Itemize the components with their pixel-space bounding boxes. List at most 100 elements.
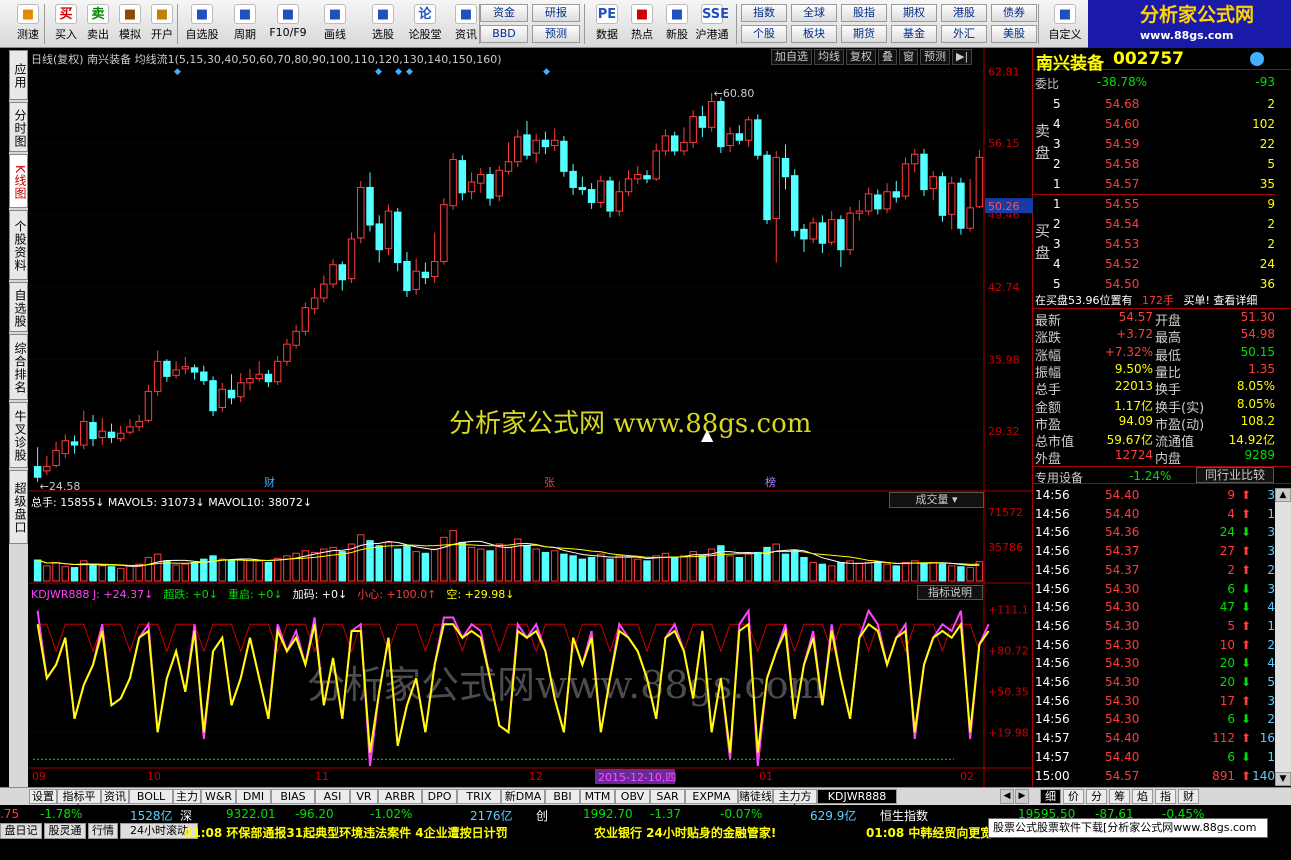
- toolbar-grid-button[interactable]: 港股: [941, 4, 987, 22]
- sell-order-row[interactable]: 1 54.57 35: [1033, 175, 1275, 194]
- quote-panel-tab[interactable]: 焰: [1132, 789, 1153, 804]
- toolbar-screen-button[interactable]: ■ 选股: [363, 2, 403, 46]
- large-bid-notice[interactable]: 在买盘53.96位置有 172手 买单! 查看详细: [1035, 292, 1257, 308]
- quote-panel-tab[interactable]: 细: [1040, 789, 1061, 804]
- compare-industry-button[interactable]: 同行业比较: [1196, 467, 1274, 483]
- indicator-tab[interactable]: OBV: [615, 789, 650, 804]
- indicator-tab[interactable]: BOLL: [129, 789, 173, 804]
- toolbar-grid-button[interactable]: 指数: [741, 4, 787, 22]
- buy-order-row[interactable]: 1 54.55 9: [1033, 195, 1275, 214]
- indicator-tab[interactable]: MTM: [580, 789, 615, 804]
- volume-indicator-select[interactable]: 成交量 ▾: [889, 492, 984, 508]
- left-tab[interactable]: 超级盘口: [9, 470, 28, 544]
- candlestick-chart[interactable]: 62.8156.1549.4642.7435.9829.3250.26◆ ◆ ◆ ◆ ◆…: [29, 48, 1033, 788]
- indicator-tab[interactable]: ASI: [315, 789, 350, 804]
- left-tab[interactable]: 个股资料: [9, 210, 28, 280]
- download-popup[interactable]: 股票公式股票软件下载[分析家公式网www.88gs.com: [988, 818, 1268, 838]
- news-tab[interactable]: 行情: [88, 823, 118, 839]
- left-tab[interactable]: 应用: [9, 50, 28, 100]
- toolbar-custom-button[interactable]: ■ 自定义: [1045, 2, 1085, 46]
- indicator-tab[interactable]: 新DMA: [501, 789, 545, 804]
- left-tab[interactable]: 牛叉诊股: [9, 402, 28, 468]
- toolbar-grid-button[interactable]: BBD: [480, 25, 528, 43]
- toolbar-buy-button[interactable]: 买买入: [50, 2, 82, 46]
- toolbar-hk-button[interactable]: SSE 沪港通: [692, 2, 732, 46]
- toolbar-grid-button[interactable]: 基金: [891, 25, 937, 43]
- indicator-tab[interactable]: BBI: [545, 789, 580, 804]
- indicator-tab[interactable]: SAR: [650, 789, 685, 804]
- toolbar-ipo-button[interactable]: ■ 新股: [657, 2, 697, 46]
- globe-icon[interactable]: [1250, 52, 1264, 66]
- indicator-tab[interactable]: 指标平台: [57, 789, 101, 816]
- indicator-tab[interactable]: DPO: [422, 789, 457, 804]
- indicator-tab[interactable]: DMI: [236, 789, 271, 804]
- left-tab[interactable]: 分时图: [9, 102, 28, 152]
- event-marker[interactable]: 财: [264, 475, 275, 489]
- indicator-tab[interactable]: 设置: [29, 789, 57, 804]
- news-headline[interactable]: 农业银行 24小时贴身的金融管家!: [594, 824, 776, 841]
- indicator-tab[interactable]: W&R: [201, 789, 236, 804]
- toolbar-grid-button[interactable]: 研报: [532, 4, 580, 22]
- tab-scroll-right-icon[interactable]: ▶: [1015, 789, 1029, 804]
- toolbar-grid-button[interactable]: 资金: [480, 4, 528, 22]
- indicator-help-button[interactable]: 指标说明: [917, 585, 983, 600]
- quote-panel-tab[interactable]: 分: [1086, 789, 1107, 804]
- toolbar-grid-button[interactable]: 债券: [991, 4, 1037, 22]
- toolbar-grid-button[interactable]: 板块: [791, 25, 837, 43]
- sell-order-row[interactable]: 5 54.68 2: [1033, 95, 1275, 114]
- toolbar-grid-button[interactable]: 预测: [532, 25, 580, 43]
- indicator-tab[interactable]: ARBR: [378, 789, 422, 804]
- quote-panel-tab[interactable]: 价: [1063, 789, 1084, 804]
- toolbar-clock-button[interactable]: ■ 测速: [12, 2, 44, 46]
- indicator-tab[interactable]: 主力方向: [773, 789, 817, 816]
- scroll-up-icon[interactable]: ▲: [1275, 488, 1291, 502]
- news-headline[interactable]: 01:08 环保部通报31起典型环境违法案件 4企业遭按日计罚: [184, 824, 508, 841]
- quote-panel-tab[interactable]: 财: [1178, 789, 1199, 804]
- toolbar-list-button[interactable]: ■ F10/F9: [268, 2, 308, 46]
- toolbar-hammer-button[interactable]: ■ 模拟: [114, 2, 146, 46]
- chart-area[interactable]: 日线(复权) 南兴装备 均线流1(5,15,30,40,50,60,70,80,…: [29, 48, 1033, 788]
- tab-scroll-left-icon[interactable]: ◀: [1000, 789, 1014, 804]
- sell-order-row[interactable]: 4 54.60 102: [1033, 115, 1275, 134]
- view-detail-link[interactable]: 查看详细: [1213, 294, 1257, 307]
- indicator-tab[interactable]: 主力: [173, 789, 201, 804]
- indicator-tab[interactable]: VR: [350, 789, 378, 804]
- buy-order-row[interactable]: 3 54.53 2: [1033, 235, 1275, 254]
- left-tab[interactable]: K线图: [9, 154, 28, 208]
- indicator-tab[interactable]: EXPMA: [685, 789, 738, 804]
- toolbar-star-button[interactable]: ■ 自选股: [182, 2, 222, 46]
- buy-order-row[interactable]: 4 54.52 24: [1033, 255, 1275, 274]
- toolbar-grid-button[interactable]: 期货: [841, 25, 887, 43]
- event-marker[interactable]: 榜: [765, 475, 776, 489]
- toolbar-grid-button[interactable]: 股指: [841, 4, 887, 22]
- toolbar-pe-button[interactable]: PE 数据: [587, 2, 627, 46]
- quote-panel-tab[interactable]: 指: [1155, 789, 1176, 804]
- scroll-down-icon[interactable]: ▼: [1275, 772, 1291, 786]
- toolbar-grid-button[interactable]: 外汇: [941, 25, 987, 43]
- toolbar-pencil-button[interactable]: ■ 画线: [315, 2, 355, 46]
- indicator-tab[interactable]: TRIX: [457, 789, 501, 804]
- news-headline[interactable]: 01:08 中韩经贸向更宽: [866, 824, 992, 841]
- buy-order-row[interactable]: 2 54.54 2: [1033, 215, 1275, 234]
- toolbar-clock-button[interactable]: ■ 周期: [225, 2, 265, 46]
- event-marker[interactable]: 张: [544, 476, 555, 489]
- toolbar-sell-button[interactable]: 卖卖出: [82, 2, 114, 46]
- indicator-tab[interactable]: 资讯: [101, 789, 129, 804]
- toolbar-grid-button[interactable]: 全球: [791, 4, 837, 22]
- toolbar-lock-button[interactable]: ■ 开户: [146, 2, 178, 46]
- toolbar-grid-button[interactable]: 个股: [741, 25, 787, 43]
- sell-order-row[interactable]: 2 54.58 5: [1033, 155, 1275, 174]
- news-tab[interactable]: 盘日记: [0, 823, 42, 839]
- left-tab[interactable]: 自选股: [9, 282, 28, 332]
- toolbar-grid-button[interactable]: 期权: [891, 4, 937, 22]
- news-tab[interactable]: 股灵通: [44, 823, 86, 839]
- toolbar-discuss-button[interactable]: 论论股堂: [405, 2, 445, 46]
- toolbar-fire-button[interactable]: ■ 热点: [622, 2, 662, 46]
- quote-panel-tab[interactable]: 筹: [1109, 789, 1130, 804]
- indicator-tab[interactable]: KDJWR888: [817, 789, 897, 804]
- indicator-tab[interactable]: BIAS: [271, 789, 315, 804]
- left-tab[interactable]: 综合排名: [9, 334, 28, 400]
- sell-order-row[interactable]: 3 54.59 22: [1033, 135, 1275, 154]
- tick-scrollbar[interactable]: ▲ ▼: [1275, 488, 1291, 786]
- indicator-tab[interactable]: 赌徒线: [738, 789, 773, 804]
